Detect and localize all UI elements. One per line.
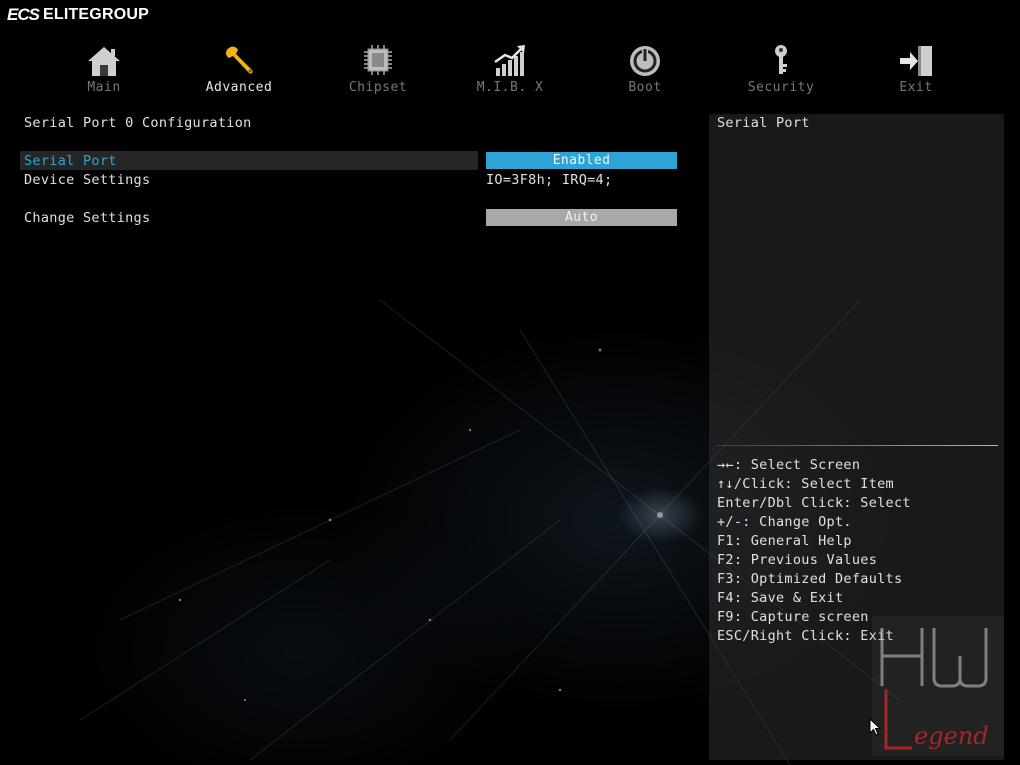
tab-label: Security <box>747 80 815 95</box>
tab-label: M.I.B. X <box>476 80 544 95</box>
tab-advanced[interactable]: Advanced <box>184 40 294 100</box>
chart-icon <box>494 45 525 76</box>
tab-label: Boot <box>628 80 662 95</box>
tab-chipset[interactable]: Chipset <box>323 40 433 100</box>
serial-port-value[interactable]: Enabled <box>486 152 677 169</box>
page-title: Serial Port 0 Configuration <box>24 115 252 131</box>
tab-mib-x[interactable]: M.I.B. X <box>455 40 565 100</box>
tab-security[interactable]: Security <box>726 40 836 100</box>
tab-label: Chipset <box>348 80 408 95</box>
exit-icon <box>900 46 932 76</box>
help-divider <box>716 445 998 446</box>
tab-label: Main <box>87 80 121 95</box>
tab-exit[interactable]: Exit <box>861 40 971 100</box>
watermark-logo: egend <box>872 616 1004 756</box>
tab-label: Advanced <box>205 80 273 95</box>
device-settings-value: IO=3F8h; IRQ=4; <box>486 172 613 188</box>
setting-serial-port[interactable]: Serial Port <box>24 153 117 169</box>
tab-main[interactable]: Main <box>49 40 159 100</box>
top-nav: Main Advanced Chipset M.I.B. X Boot Secu… <box>0 40 1020 100</box>
home-icon <box>88 47 120 76</box>
power-icon <box>630 46 660 76</box>
key-hint: F3: Optimized Defaults <box>717 571 903 587</box>
help-title: Serial Port <box>717 115 810 131</box>
key-hint: F1: General Help <box>717 533 852 549</box>
setting-device-settings: Device Settings <box>24 172 151 188</box>
key-hint: Enter/Dbl Click: Select <box>717 495 911 511</box>
brand-name: ELITEGROUP <box>42 6 149 23</box>
key-hint: ↑↓/Click: Select Item <box>717 476 894 492</box>
key-hint: F4: Save & Exit <box>717 590 844 606</box>
svg-text:egend: egend <box>914 722 989 750</box>
tab-label: Exit <box>899 80 933 95</box>
setting-change-settings[interactable]: Change Settings <box>24 210 150 226</box>
mouse-cursor-icon <box>869 718 881 736</box>
brand-logo: ECS ELITEGROUP <box>7 4 149 26</box>
key-hint: +/-: Change Opt. <box>717 514 852 530</box>
key-hint: →←: Select Screen <box>717 457 861 473</box>
change-settings-value[interactable]: Auto <box>486 209 677 226</box>
wrench-icon <box>226 46 253 74</box>
chip-icon <box>364 45 392 75</box>
brand-mark: ECS <box>7 5 40 24</box>
key-icon <box>775 45 787 74</box>
key-hint: F2: Previous Values <box>717 552 878 568</box>
tab-boot[interactable]: Boot <box>590 40 700 100</box>
